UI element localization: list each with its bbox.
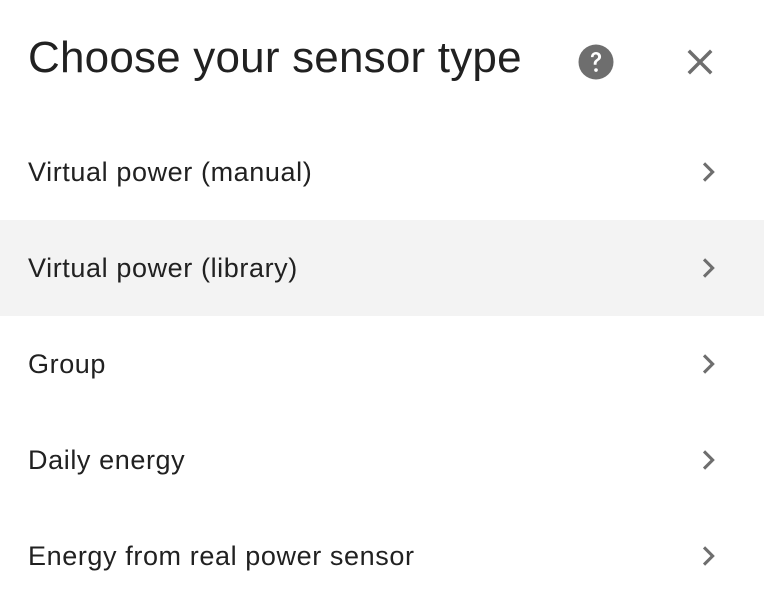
list-item-virtual-power-manual[interactable]: Virtual power (manual) [0,124,764,220]
list-item-daily-energy[interactable]: Daily energy [0,412,764,508]
dialog-header: Choose your sensor type [0,0,764,124]
sensor-type-list: Virtual power (manual) Virtual power (li… [0,124,764,604]
sensor-type-dialog: Choose your sensor type Virtual power (m… [0,0,764,612]
chevron-right-icon [694,158,722,186]
list-item-label: Energy from real power sensor [28,541,415,571]
help-circle-icon [575,41,617,83]
list-item-label: Group [28,349,107,379]
help-button[interactable] [568,34,624,90]
list-item-energy-from-real-power-sensor[interactable]: Energy from real power sensor [0,508,764,604]
chevron-right-icon [694,350,722,378]
chevron-right-icon [694,446,722,474]
close-button[interactable] [672,34,728,90]
close-icon [684,46,716,78]
list-item-label: Virtual power (library) [28,253,298,283]
list-item-group[interactable]: Group [0,316,764,412]
list-item-label: Virtual power (manual) [28,157,313,187]
chevron-right-icon [694,542,722,570]
chevron-right-icon [694,254,722,282]
list-item-label: Daily energy [28,445,186,475]
dialog-title: Choose your sensor type [28,33,522,82]
list-item-virtual-power-library[interactable]: Virtual power (library) [0,220,764,316]
